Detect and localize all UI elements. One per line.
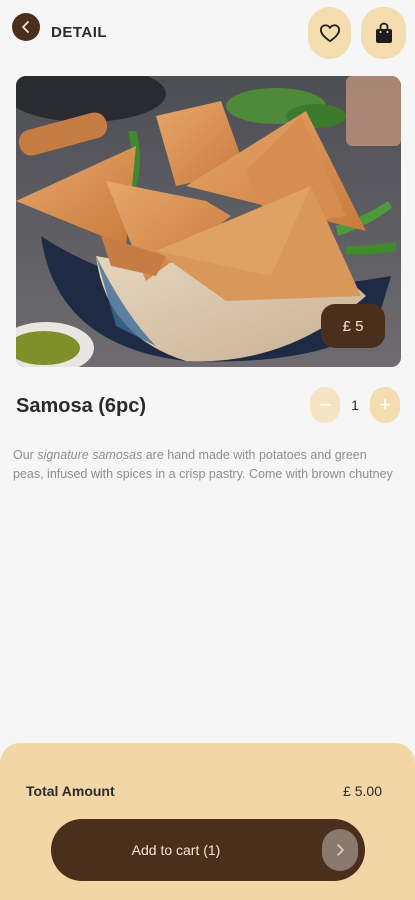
heart-icon <box>319 24 340 43</box>
shopping-bag-icon <box>375 22 392 43</box>
description-text: Our <box>13 448 38 462</box>
add-to-cart-arrow[interactable] <box>322 829 358 871</box>
back-button[interactable] <box>12 13 40 41</box>
product-name: Samosa (6pc) <box>16 395 147 417</box>
chevron-left-icon <box>22 21 29 33</box>
quantity-value: 1 <box>351 397 359 413</box>
add-to-cart-label: Add to cart (1) <box>131 842 221 858</box>
description-emphasis: signature samosas <box>37 448 143 462</box>
quantity-decrement-button[interactable]: − <box>310 387 340 423</box>
total-amount-value: £ 5.00 <box>343 783 382 799</box>
total-amount-label: Total Amount <box>26 783 115 799</box>
product-description: Our signature samosas are hand made with… <box>13 446 393 484</box>
chevron-right-icon <box>337 844 344 856</box>
shopping-bag-button[interactable] <box>361 7 406 59</box>
app-header: DETAIL <box>0 0 415 64</box>
page-title: DETAIL <box>51 24 108 41</box>
add-to-cart-button[interactable]: Add to cart (1) <box>51 819 365 881</box>
favorite-button[interactable] <box>308 7 351 59</box>
price-badge: £ 5 <box>321 304 385 348</box>
quantity-increment-button[interactable]: + <box>370 387 400 423</box>
product-image: £ 5 <box>16 76 401 367</box>
checkout-footer: Total Amount £ 5.00 Add to cart (1) <box>0 743 415 900</box>
